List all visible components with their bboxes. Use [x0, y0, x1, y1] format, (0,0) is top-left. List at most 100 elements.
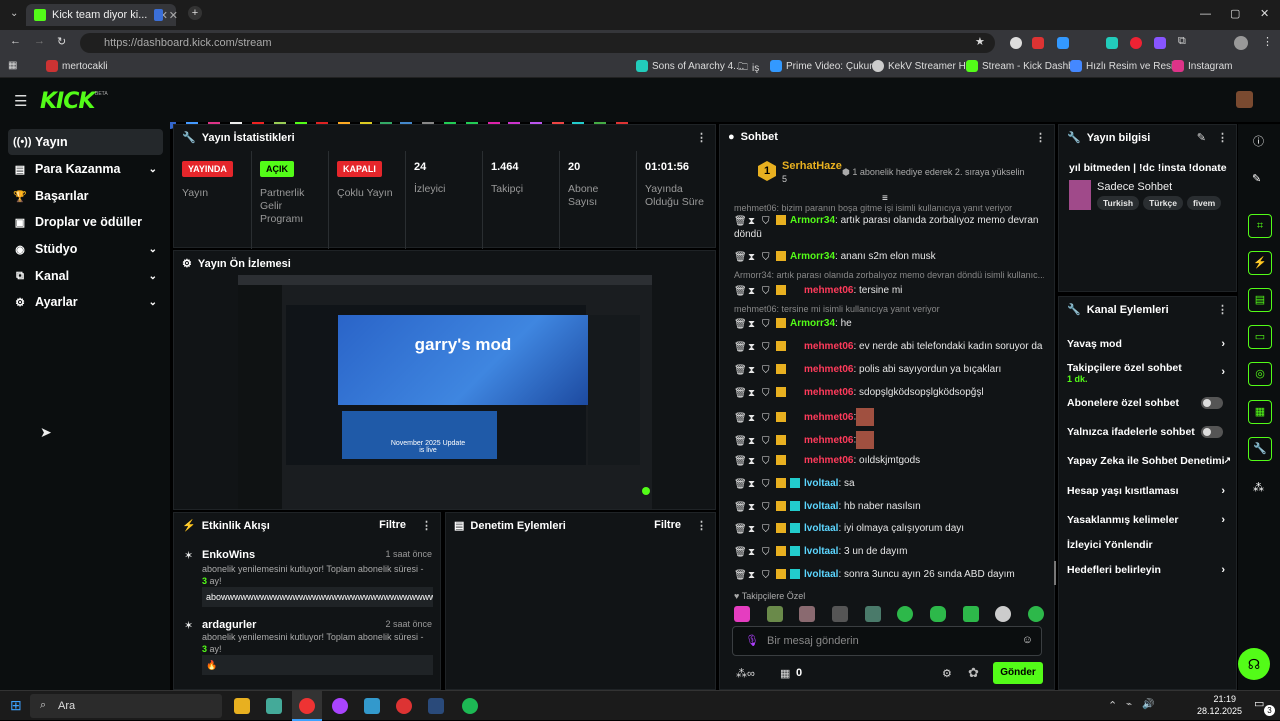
pinned-user[interactable]: SerhatHaze: [782, 160, 842, 172]
sidebar-item-ayarlar[interactable]: ⚙ Ayarlar ⌄: [8, 289, 163, 315]
emote-icon[interactable]: [962, 606, 979, 622]
emote-icon[interactable]: [995, 606, 1012, 622]
microphone-icon[interactable]: 🎙: [745, 634, 759, 647]
sidebar-item-droplar[interactable]: ▣ Droplar ve ödüller: [8, 209, 163, 235]
moderation-menu-icon[interactable]: ⋮: [696, 519, 707, 532]
bookmark-star-icon[interactable]: ★: [975, 35, 985, 48]
adblock-icon[interactable]: [1032, 37, 1044, 49]
action-set-goals[interactable]: Hedefleri belirleyin ›: [1067, 564, 1237, 576]
user-avatar[interactable]: [1236, 91, 1253, 108]
chrome-icon[interactable]: [299, 698, 315, 714]
extension-icon[interactable]: [1154, 37, 1166, 49]
url-field[interactable]: https://dashboard.kick.com/stream: [80, 33, 995, 53]
extension-icon[interactable]: [1010, 37, 1022, 49]
bookmark-kekv[interactable]: KekV Streamer Hub: [872, 60, 977, 72]
emote-icon[interactable]: [831, 606, 848, 622]
activity-user[interactable]: EnkoWins: [202, 549, 255, 561]
emote-icon[interactable]: [799, 606, 816, 622]
lightning-icon[interactable]: ⚡: [1248, 251, 1272, 275]
sidebar-item-kanal[interactable]: ⧉ Kanal ⌄: [8, 263, 163, 289]
subscribers-only-toggle[interactable]: [1201, 397, 1223, 409]
activity-menu-icon[interactable]: ⋮: [421, 519, 432, 532]
taskbar-search[interactable]: ⌕ Ara: [30, 694, 222, 718]
emote-icon[interactable]: [1027, 606, 1044, 622]
community-icon[interactable]: ⁂: [1253, 481, 1264, 494]
edit-pencil-icon[interactable]: ✎: [1197, 131, 1206, 144]
support-chat-icon[interactable]: ☊: [1238, 648, 1270, 680]
obs-icon[interactable]: [396, 698, 412, 714]
back-icon[interactable]: ←: [10, 35, 21, 47]
chat-settings-icon[interactable]: ⚙: [942, 667, 952, 680]
close-window-icon[interactable]: ✕: [1260, 7, 1269, 20]
profile-avatar-icon[interactable]: [1234, 36, 1248, 50]
emote-only-toggle[interactable]: [1201, 426, 1223, 438]
maximize-icon[interactable]: ▢: [1230, 7, 1240, 20]
browser-menu-icon[interactable]: ⋮: [1262, 35, 1273, 48]
notification-icon[interactable]: ▭: [1254, 697, 1264, 710]
broadcast-icon[interactable]: ◎: [1248, 362, 1272, 386]
tag-chip[interactable]: Turkish: [1097, 196, 1140, 210]
clock-time[interactable]: 21:19: [1196, 694, 1236, 704]
chat-menu-icon[interactable]: ⋮: [1035, 131, 1046, 144]
reload-icon[interactable]: ↻: [57, 35, 66, 48]
sidebar-item-basarilar[interactable]: 🏆 Başarılar: [8, 183, 163, 209]
calculator-icon[interactable]: [266, 698, 282, 714]
chat-input[interactable]: 🎙 Bir mesaj gönderin ☺: [732, 626, 1042, 656]
tag-chip[interactable]: fivem: [1186, 196, 1222, 210]
clock-date[interactable]: 28.12.2025: [1190, 706, 1242, 716]
app-icon[interactable]: [332, 698, 348, 714]
extension-icon[interactable]: [1057, 37, 1069, 49]
bookmark-sons[interactable]: Sons of Anarchy 4....: [636, 60, 744, 72]
emote-icon[interactable]: [897, 606, 914, 622]
chat-extras-icon[interactable]: ✿: [968, 665, 979, 681]
tab-list-icon[interactable]: ⌄: [10, 8, 18, 19]
emote-icon[interactable]: [734, 606, 750, 622]
clip-icon[interactable]: ⌗: [1248, 214, 1272, 238]
action-followers-only[interactable]: Takipçilere özel sohbet › 1 dk.: [1067, 362, 1237, 384]
bookmark-mertocakli[interactable]: mertocakli: [46, 60, 108, 72]
minimize-icon[interactable]: —: [1200, 8, 1211, 20]
bookmark-instagram[interactable]: Instagram: [1172, 60, 1232, 72]
extension-icon[interactable]: [1130, 37, 1142, 49]
emote-icon[interactable]: [929, 606, 946, 622]
action-account-age[interactable]: Hesap yaşı kısıtlaması ›: [1067, 485, 1237, 497]
sidebar-item-para-kazanma[interactable]: ▤ Para Kazanma ⌄: [8, 156, 163, 182]
action-slow-mode[interactable]: Yavaş mod ›: [1067, 338, 1237, 350]
send-button[interactable]: Gönder: [993, 662, 1043, 684]
action-raid[interactable]: İzleyici Yönlendir: [1067, 539, 1237, 551]
tray-chevron-up-icon[interactable]: ⌃: [1108, 699, 1117, 712]
close-tab-icon[interactable]: ✕: [169, 9, 178, 22]
bookmark-hizli[interactable]: Hızlı Resim ve Resi...: [1070, 60, 1182, 72]
steam-icon[interactable]: [428, 698, 444, 714]
network-icon[interactable]: ⌁: [1126, 699, 1132, 710]
bookmark-folder[interactable]: 🗀 iş: [738, 60, 759, 77]
bookmark-prime[interactable]: Prime Video: Çukur...: [770, 60, 880, 72]
apps-icon[interactable]: ▦: [8, 60, 17, 71]
stats-menu-icon[interactable]: ⋮: [696, 131, 707, 144]
info-icon[interactable]: ⓘ: [1253, 133, 1264, 149]
action-ai-moderation[interactable]: Yapay Zeka ile Sohbet Denetimi ↗: [1067, 455, 1237, 467]
tag-chip[interactable]: Türkçe: [1143, 196, 1183, 210]
action-banned-words[interactable]: Yasaklanmış kelimeler ›: [1067, 514, 1237, 526]
info-menu-icon[interactable]: ⋮: [1217, 131, 1228, 144]
kick-logo[interactable]: KICK: [40, 89, 95, 114]
app-icon[interactable]: [364, 698, 380, 714]
spotify-icon[interactable]: [462, 698, 478, 714]
extension-icon[interactable]: [1106, 37, 1118, 49]
forward-icon[interactable]: →: [34, 35, 45, 47]
emote-icon[interactable]: [766, 606, 783, 622]
gift-icon[interactable]: ▦: [1248, 400, 1272, 424]
chat-scrollbar[interactable]: [1054, 561, 1056, 585]
emote-icon[interactable]: [864, 606, 881, 622]
puzzle-icon[interactable]: ⧉: [1178, 35, 1186, 48]
document-icon[interactable]: ▤: [1248, 288, 1272, 312]
wrench-icon[interactable]: 🔧: [1248, 437, 1272, 461]
community-goals-icon[interactable]: ⁂∞: [736, 667, 755, 680]
channel-actions-menu-icon[interactable]: ⋮: [1217, 303, 1228, 316]
hamburger-menu-icon[interactable]: ☰: [14, 92, 27, 110]
gift-box-icon[interactable]: ▦: [780, 667, 790, 680]
bookmark-kick-dashboard[interactable]: Stream - Kick Dashb...: [966, 60, 1082, 72]
sidebar-item-studyo[interactable]: ◉ Stüdyo ⌄: [8, 236, 163, 262]
stream-preview-video[interactable]: garry's mod November 2025 Update is live: [238, 275, 652, 509]
edit-icon[interactable]: ✎: [1252, 172, 1261, 185]
